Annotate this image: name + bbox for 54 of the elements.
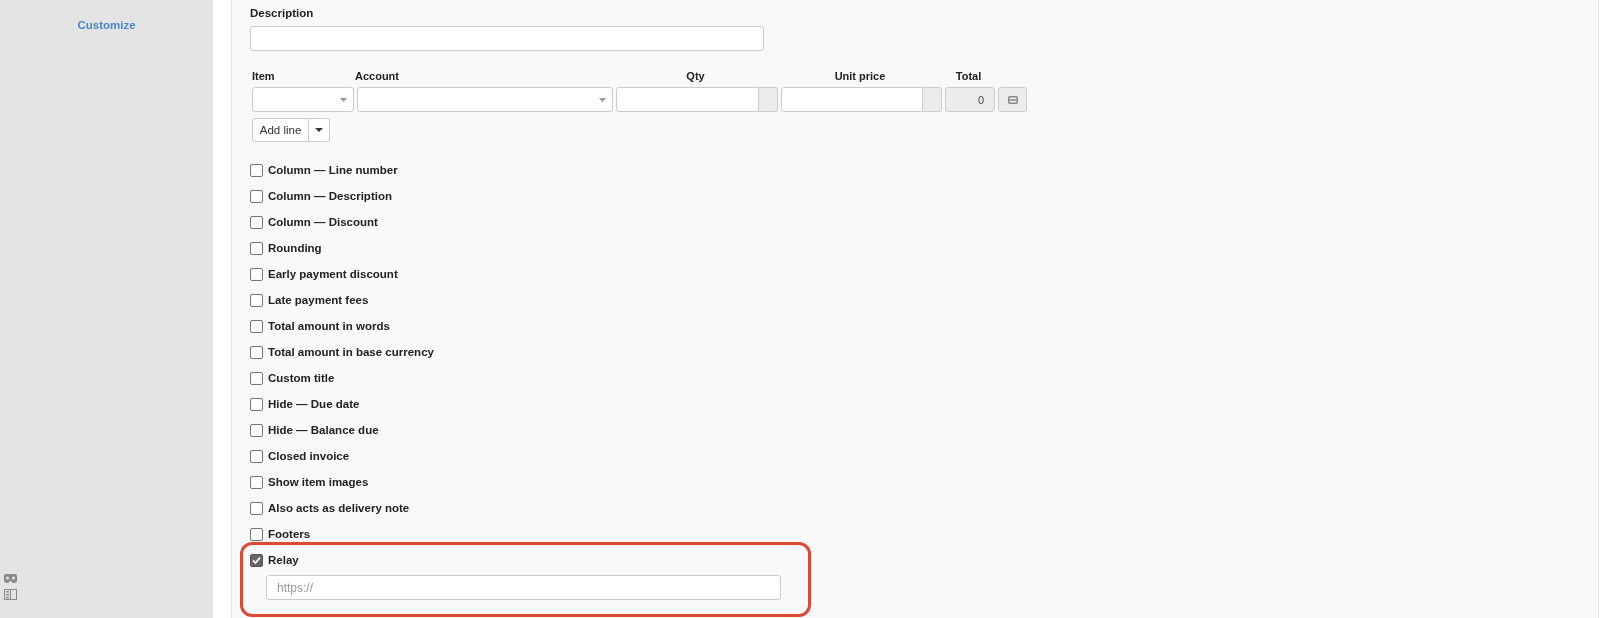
- dropdown-arrow-icon: [599, 97, 606, 102]
- url-field[interactable]: https://: [266, 575, 781, 600]
- checkbox-label: Footers: [268, 528, 311, 540]
- checkbox-label: Total amount in words: [268, 320, 390, 332]
- checkbox-label: Rounding: [268, 242, 322, 254]
- add-line-button[interactable]: Add line: [252, 118, 309, 142]
- input-addon: [759, 87, 778, 112]
- column-header: Qty: [685, 70, 706, 84]
- checkbox-label: Hide — Balance due: [268, 424, 379, 436]
- checkbox[interactable]: [250, 553, 263, 567]
- checkbox[interactable]: [250, 449, 263, 463]
- checkbox[interactable]: [250, 527, 263, 541]
- qty-field[interactable]: [616, 87, 759, 112]
- input-addon: [923, 87, 942, 112]
- panel-icon: [1007, 95, 1018, 104]
- column-header: Unit price: [833, 70, 887, 84]
- checkbox[interactable]: [250, 501, 263, 515]
- checkbox-label: Late payment fees: [268, 294, 369, 306]
- checkbox[interactable]: [250, 475, 263, 489]
- checkbox[interactable]: [250, 293, 263, 307]
- column-header: Total: [954, 70, 983, 84]
- checkbox[interactable]: [250, 267, 263, 281]
- checkbox[interactable]: [250, 345, 263, 359]
- checkbox[interactable]: [250, 163, 263, 177]
- checkbox-label: Total amount in base currency: [268, 346, 434, 358]
- dropdown-button[interactable]: [309, 118, 330, 142]
- column-header: Account: [355, 70, 400, 84]
- checkbox-label: Closed invoice: [268, 450, 350, 462]
- unit-price-field[interactable]: [781, 87, 923, 112]
- checkbox-label: Column — Description: [268, 190, 392, 202]
- total-field: 0: [945, 87, 995, 112]
- checkbox[interactable]: [250, 397, 263, 411]
- mask-icon[interactable]: [4, 574, 17, 583]
- checkbox-label: Column — Discount: [268, 216, 378, 228]
- checkbox[interactable]: [250, 241, 263, 255]
- checkbox-label: Column — Line number: [268, 164, 398, 176]
- description-field[interactable]: [250, 26, 764, 51]
- checkbox[interactable]: [250, 319, 263, 333]
- dropdown-arrow-icon: [340, 97, 347, 102]
- checkbox-label: Hide — Due date: [268, 398, 360, 410]
- caret-icon: [315, 128, 323, 132]
- sidebar-icon[interactable]: [4, 589, 17, 600]
- checkbox[interactable]: [250, 189, 263, 203]
- line-options-button[interactable]: [998, 87, 1027, 112]
- checkbox-label: Also acts as delivery note: [268, 502, 410, 514]
- field-label: Description: [250, 7, 315, 19]
- checkbox[interactable]: [250, 371, 263, 385]
- checkbox[interactable]: [250, 215, 263, 229]
- checkbox-label: Show item images: [268, 476, 369, 488]
- checkbox[interactable]: [250, 423, 263, 437]
- checkbox-label: Early payment discount: [268, 268, 398, 280]
- checkbox-label: Relay: [268, 554, 299, 566]
- column-header: Item: [251, 70, 276, 84]
- checkbox-label: Custom title: [268, 372, 335, 384]
